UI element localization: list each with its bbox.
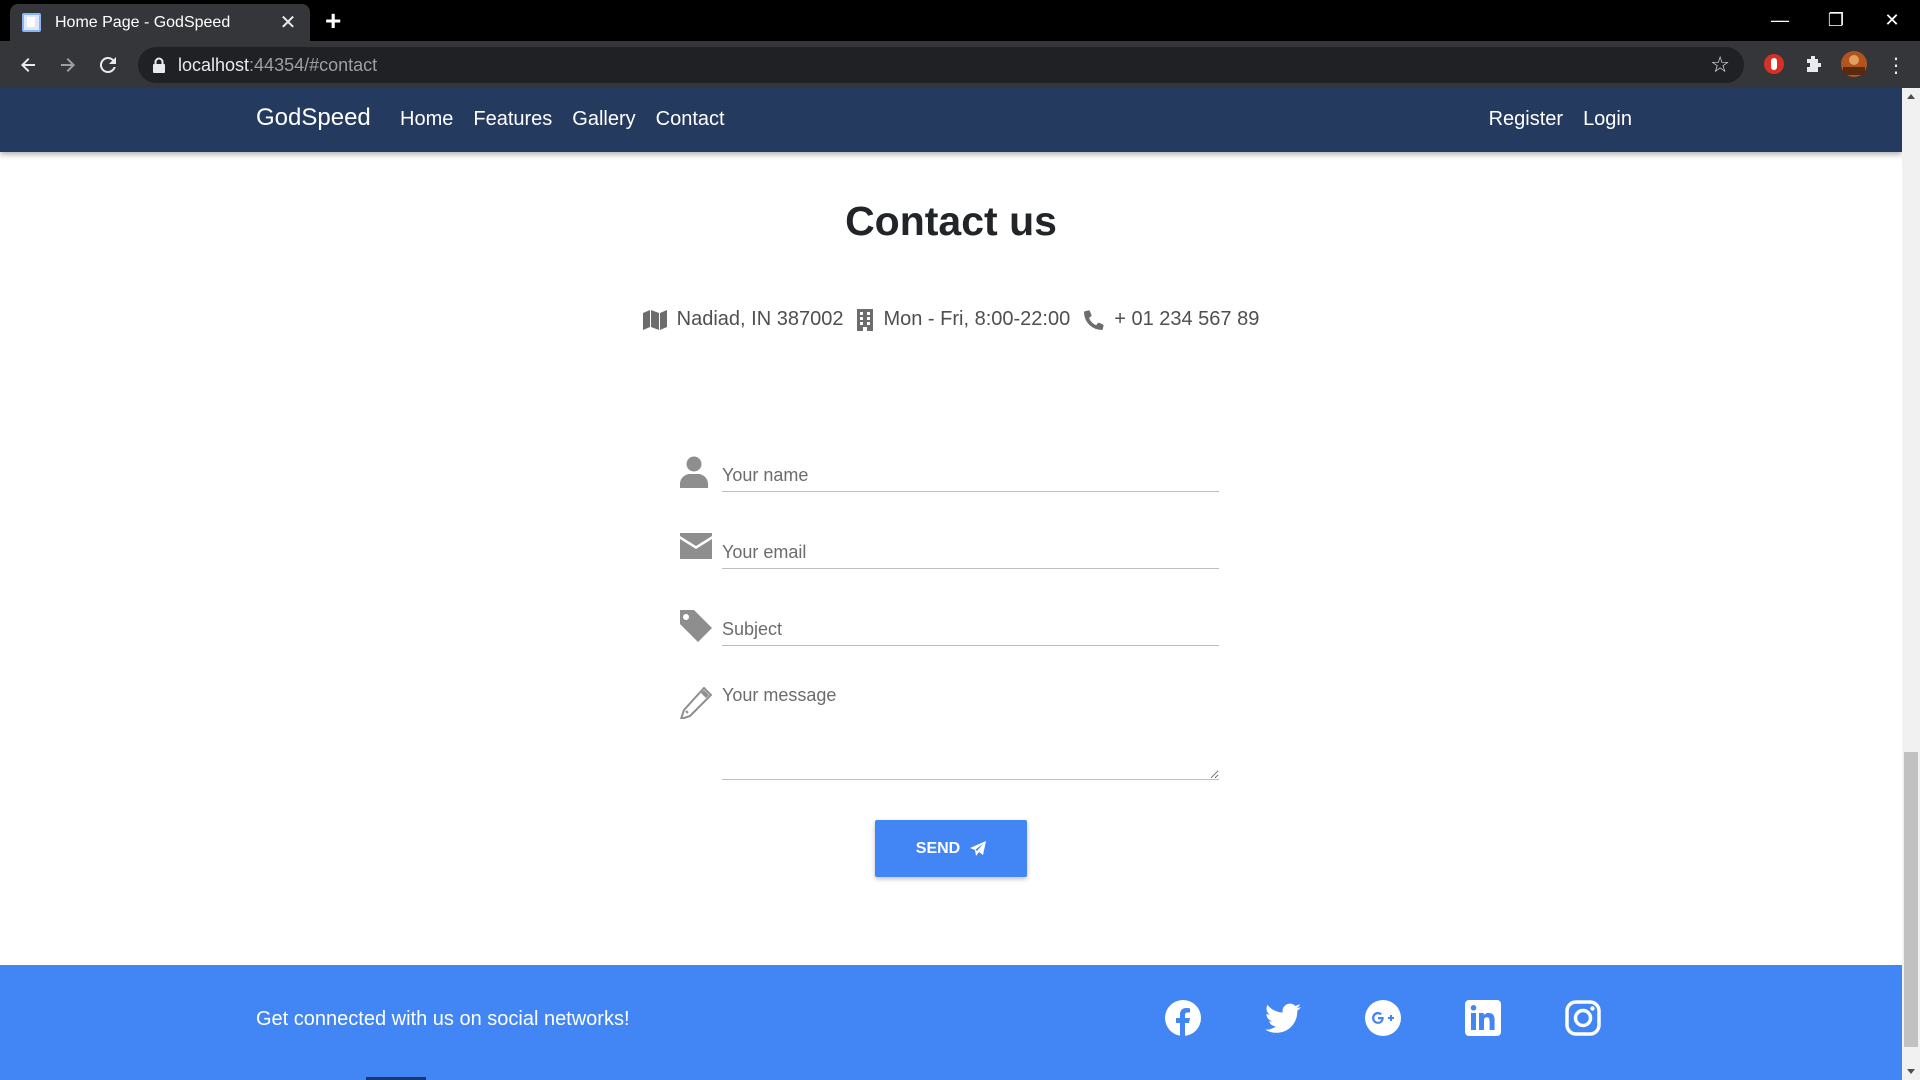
- nav-link-home[interactable]: Home: [400, 108, 453, 131]
- google-plus-icon[interactable]: [1365, 1000, 1401, 1036]
- nav-link-contact[interactable]: Contact: [656, 108, 725, 131]
- map-icon: [642, 309, 667, 330]
- phone-icon: [1084, 309, 1104, 330]
- hours-text: Mon - Fri, 8:00-22:00: [883, 308, 1071, 330]
- window-controls: — ❐ ✕: [1752, 0, 1920, 41]
- forward-button[interactable]: [52, 49, 84, 81]
- back-arrow-icon: [21, 58, 35, 72]
- contact-info-row: Nadiad, IN 387002 Mon - Fri, 8:00-22:00 …: [0, 308, 1902, 331]
- hours-info: Mon - Fri, 8:00-22:00: [857, 308, 1070, 331]
- nav-link-register[interactable]: Register: [1489, 108, 1563, 131]
- lock-icon: [153, 57, 165, 73]
- minimize-button[interactable]: —: [1752, 0, 1808, 41]
- envelope-icon: [680, 533, 712, 567]
- browser-tab[interactable]: Home Page - GodSpeed ✕: [10, 4, 310, 41]
- address-bar[interactable]: localhost:44354/#contact ☆: [138, 47, 1744, 83]
- subject-input[interactable]: [722, 614, 1219, 646]
- footer-social-text: Get connected with us on social networks…: [256, 1008, 630, 1030]
- scrollbar-thumb[interactable]: [1904, 752, 1918, 1047]
- nav-link-gallery[interactable]: Gallery: [572, 108, 635, 131]
- site-footer: Get connected with us on social networks…: [0, 965, 1902, 1080]
- tab-title: Home Page - GodSpeed: [55, 13, 231, 31]
- twitter-icon[interactable]: [1265, 1000, 1301, 1036]
- send-button[interactable]: SEND: [875, 820, 1027, 877]
- browser-menu-icon[interactable]: ⋮: [1880, 49, 1912, 81]
- close-window-button[interactable]: ✕: [1864, 0, 1920, 41]
- linkedin-icon[interactable]: [1465, 1000, 1501, 1036]
- nav-auth-links: Register Login: [1489, 108, 1632, 131]
- email-input[interactable]: [722, 537, 1219, 569]
- scroll-up-arrow-icon[interactable]: [1907, 94, 1915, 99]
- url-host: localhost: [178, 55, 250, 75]
- brand-logo[interactable]: GodSpeed: [256, 104, 371, 132]
- paper-plane-icon: [970, 840, 987, 856]
- tab-close-icon[interactable]: ✕: [278, 13, 298, 33]
- address-text: Nadiad, IN 387002: [676, 308, 844, 330]
- browser-toolbar: localhost:44354/#contact ☆ ⋮: [0, 41, 1920, 88]
- reload-button[interactable]: [92, 49, 124, 81]
- pencil-icon: [679, 686, 713, 721]
- phone-text: + 01 234 567 89: [1114, 308, 1260, 330]
- bookmark-star-icon[interactable]: ☆: [1710, 54, 1730, 76]
- send-button-label: SEND: [915, 839, 961, 857]
- extension-adblock-icon[interactable]: [1763, 53, 1785, 75]
- social-links: [1165, 1000, 1601, 1036]
- back-button[interactable]: [12, 49, 44, 81]
- site-navbar: GodSpeed Home Features Gallery Contact R…: [0, 88, 1902, 152]
- reload-icon: [99, 56, 116, 73]
- subject-field-group: [680, 602, 1220, 679]
- contact-form: [679, 448, 1220, 819]
- nav-link-login[interactable]: Login: [1583, 108, 1632, 131]
- facebook-icon[interactable]: [1165, 1000, 1201, 1036]
- name-input[interactable]: [722, 460, 1219, 492]
- user-icon: [680, 456, 712, 490]
- page-favicon-icon: [22, 13, 41, 32]
- building-icon: [857, 308, 874, 331]
- tag-icon: [680, 610, 712, 644]
- page-scrollbar[interactable]: [1902, 88, 1920, 1080]
- extensions-puzzle-icon[interactable]: [1803, 53, 1825, 75]
- url-text: localhost:44354/#contact: [178, 55, 377, 76]
- page-content: GodSpeed Home Features Gallery Contact R…: [0, 88, 1902, 1080]
- restore-button[interactable]: ❐: [1808, 0, 1864, 41]
- address-info: Nadiad, IN 387002: [642, 308, 844, 331]
- name-field-group: [680, 448, 1220, 525]
- profile-avatar[interactable]: [1840, 50, 1868, 78]
- nav-links: Home Features Gallery Contact: [400, 108, 725, 131]
- page-title: Contact us: [845, 198, 1057, 244]
- forward-arrow-icon: [61, 58, 75, 72]
- scroll-down-arrow-icon[interactable]: [1907, 1069, 1915, 1074]
- phone-info: + 01 234 567 89: [1084, 308, 1259, 331]
- url-path: :44354/#contact: [249, 55, 378, 75]
- instagram-icon[interactable]: [1565, 1000, 1601, 1036]
- message-field-group: [679, 679, 1220, 819]
- email-field-group: [680, 525, 1220, 602]
- nav-link-features[interactable]: Features: [473, 108, 552, 131]
- new-tab-button[interactable]: +: [325, 6, 341, 36]
- message-textarea[interactable]: [722, 679, 1219, 780]
- browser-tabbar: Home Page - GodSpeed ✕ + — ❐ ✕: [0, 0, 1920, 41]
